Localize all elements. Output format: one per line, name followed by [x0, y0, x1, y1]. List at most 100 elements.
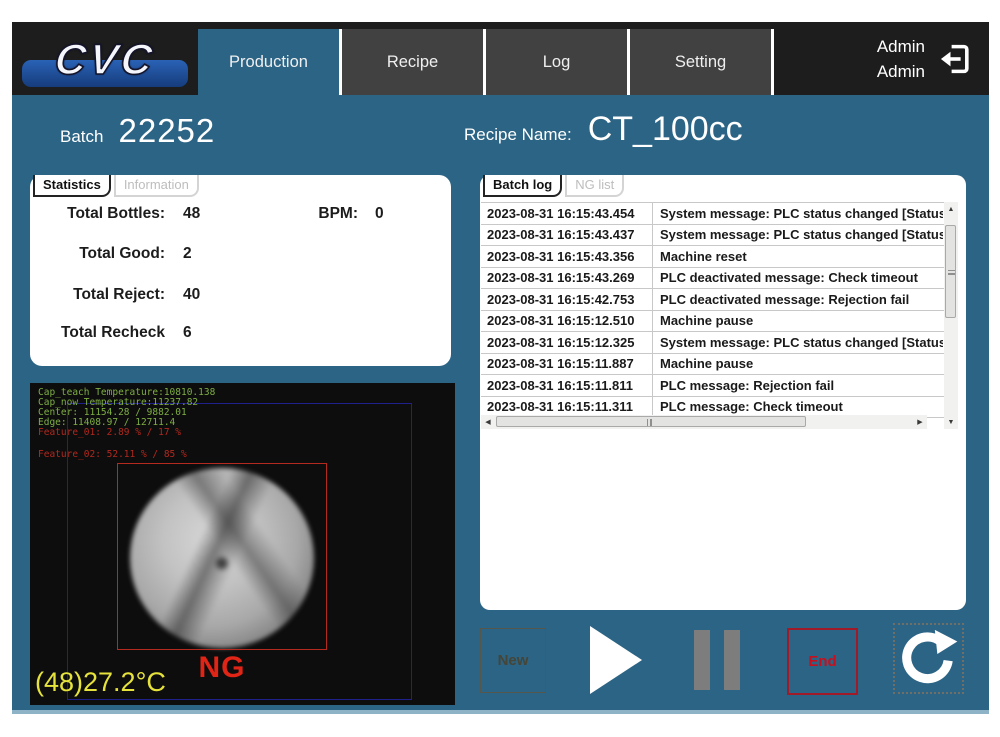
- new-button-label: New: [498, 652, 529, 669]
- logout-icon[interactable]: [937, 41, 973, 77]
- bpm-label: BPM:: [300, 205, 358, 223]
- log-time: 2023-08-31 16:15:12.510: [481, 311, 653, 332]
- log-row[interactable]: 2023-08-31 16:15:43.454 System message: …: [481, 203, 958, 225]
- log-time: 2023-08-31 16:15:43.437: [481, 225, 653, 246]
- log-message: System message: PLC status changed [Stat…: [653, 335, 943, 350]
- logo-text: CVC: [9, 36, 200, 85]
- log-time: 2023-08-31 16:15:11.811: [481, 375, 653, 396]
- refresh-button[interactable]: [893, 623, 964, 694]
- tab-setting[interactable]: Setting: [630, 29, 774, 95]
- total-bottles-label: Total Bottles:: [30, 205, 165, 223]
- user-role: Admin: [877, 34, 925, 59]
- log-row[interactable]: 2023-08-31 16:15:12.510 Machine pause: [481, 311, 958, 333]
- total-reject-label: Total Reject:: [30, 286, 165, 304]
- total-bottles-value: 48: [183, 205, 200, 223]
- logo: CVC: [12, 22, 198, 95]
- pause-button[interactable]: [694, 630, 740, 690]
- stat-row-total-recheck: Total Recheck 6: [30, 324, 451, 348]
- bpm-value: 0: [375, 205, 384, 223]
- scroll-right-arrow-icon[interactable]: ▶: [913, 415, 927, 429]
- main-tabs: Production Recipe Log Setting: [198, 29, 774, 95]
- log-time: 2023-08-31 16:15:43.356: [481, 246, 653, 267]
- tab-recipe-label: Recipe: [387, 53, 438, 72]
- log-message: System message: PLC status changed [Stat…: [653, 206, 943, 221]
- batch-value: 22252: [118, 112, 215, 150]
- user-names: Admin Admin: [877, 34, 925, 84]
- vertical-scroll-thumb[interactable]: [945, 225, 956, 318]
- refresh-icon: [899, 629, 959, 689]
- end-button-label: End: [808, 653, 836, 670]
- camera-temperature-readout: (48)27.2°C: [35, 667, 166, 698]
- statistics-tabs: Statistics Information: [33, 175, 199, 197]
- vertical-scrollbar[interactable]: ▲ ▼: [944, 202, 958, 429]
- stat-row-total-reject: Total Reject: 40: [30, 286, 451, 310]
- user-area: Admin Admin: [877, 22, 989, 95]
- pause-bar-icon: [694, 630, 710, 690]
- log-time: 2023-08-31 16:15:11.887: [481, 354, 653, 375]
- log-message: PLC deactivated message: Check timeout: [653, 270, 943, 285]
- log-time: 2023-08-31 16:15:42.753: [481, 289, 653, 310]
- log-row[interactable]: 2023-08-31 16:15:43.356 Machine reset: [481, 246, 958, 268]
- tab-log[interactable]: Log: [486, 29, 630, 95]
- log-row[interactable]: 2023-08-31 16:15:43.437 System message: …: [481, 225, 958, 247]
- top-bar: CVC Production Recipe Log Setting Admin: [12, 22, 989, 95]
- tab-statistics[interactable]: Statistics: [33, 175, 111, 197]
- scroll-grip: [647, 419, 652, 426]
- screen: CVC Production Recipe Log Setting Admin: [0, 0, 1000, 737]
- log-message: PLC deactivated message: Rejection fail: [653, 292, 943, 307]
- log-panel: Batch log NG list 2023-08-31 16:15:43.45…: [480, 175, 966, 610]
- play-button[interactable]: [590, 626, 642, 694]
- log-row[interactable]: 2023-08-31 16:15:11.887 Machine pause: [481, 354, 958, 376]
- log-message: Machine pause: [653, 313, 943, 328]
- log-time: 2023-08-31 16:15:43.269: [481, 268, 653, 289]
- log-message: PLC message: Rejection fail: [653, 378, 943, 393]
- scroll-left-arrow-icon[interactable]: ◀: [481, 415, 495, 429]
- end-button[interactable]: End: [787, 628, 858, 695]
- stat-row-total-good: Total Good: 2: [30, 245, 451, 269]
- log-time: 2023-08-31 16:15:43.454: [481, 203, 653, 224]
- recipe-name-label: Recipe Name:: [464, 125, 572, 145]
- tab-information[interactable]: Information: [114, 175, 199, 197]
- log-message: Machine reset: [653, 249, 943, 264]
- log-row[interactable]: 2023-08-31 16:15:12.325 System message: …: [481, 332, 958, 354]
- tab-recipe[interactable]: Recipe: [342, 29, 486, 95]
- total-recheck-value: 6: [183, 324, 192, 342]
- stat-row-total-bottles: Total Bottles: 48 BPM: 0: [30, 205, 451, 229]
- horizontal-scrollbar[interactable]: ◀ ▶: [481, 415, 927, 429]
- log-time: 2023-08-31 16:15:11.311: [481, 397, 653, 418]
- tab-production[interactable]: Production: [198, 29, 342, 95]
- overlay-feature-02: Feature_02: 52.11 % / 85 %: [38, 450, 187, 460]
- log-message: Machine pause: [653, 356, 943, 371]
- log-row[interactable]: 2023-08-31 16:15:43.269 PLC deactivated …: [481, 268, 958, 290]
- total-good-value: 2: [183, 245, 192, 263]
- recipe-group: Recipe Name: CT_100cc: [464, 110, 743, 149]
- total-reject-value: 40: [183, 286, 200, 304]
- total-good-label: Total Good:: [30, 245, 165, 263]
- batch-log-table: 2023-08-31 16:15:43.454 System message: …: [481, 202, 958, 428]
- camera-detect-red-rect: [117, 463, 327, 650]
- log-message: System message: PLC status changed [Stat…: [653, 227, 943, 242]
- scroll-down-arrow-icon[interactable]: ▼: [944, 415, 958, 429]
- scroll-grip: [948, 270, 955, 275]
- statistics-panel: Statistics Information Total Bottles: 48…: [30, 175, 451, 366]
- batch-label: Batch: [60, 127, 103, 147]
- overlay-feature-01: Feature_01: 2.89 % / 17 %: [38, 428, 181, 438]
- new-button[interactable]: New: [480, 628, 546, 693]
- tab-setting-label: Setting: [675, 53, 726, 72]
- tab-ng-list[interactable]: NG list: [565, 175, 624, 197]
- tab-production-label: Production: [229, 53, 308, 72]
- log-message: PLC message: Check timeout: [653, 399, 943, 414]
- recipe-name-value: CT_100cc: [588, 110, 743, 149]
- log-row[interactable]: 2023-08-31 16:15:42.753 PLC deactivated …: [481, 289, 958, 311]
- log-row[interactable]: 2023-08-31 16:15:11.811 PLC message: Rej…: [481, 375, 958, 397]
- batch-group: Batch 22252: [60, 112, 215, 150]
- total-recheck-label: Total Recheck: [30, 324, 165, 342]
- app-window: CVC Production Recipe Log Setting Admin: [12, 22, 989, 714]
- scroll-up-arrow-icon[interactable]: ▲: [944, 202, 958, 216]
- tab-log-label: Log: [543, 53, 571, 72]
- log-tabs: Batch log NG list: [483, 175, 624, 197]
- log-time: 2023-08-31 16:15:12.325: [481, 332, 653, 353]
- tab-batch-log[interactable]: Batch log: [483, 175, 562, 197]
- horizontal-scroll-thumb[interactable]: [496, 416, 806, 427]
- user-name: Admin: [877, 59, 925, 84]
